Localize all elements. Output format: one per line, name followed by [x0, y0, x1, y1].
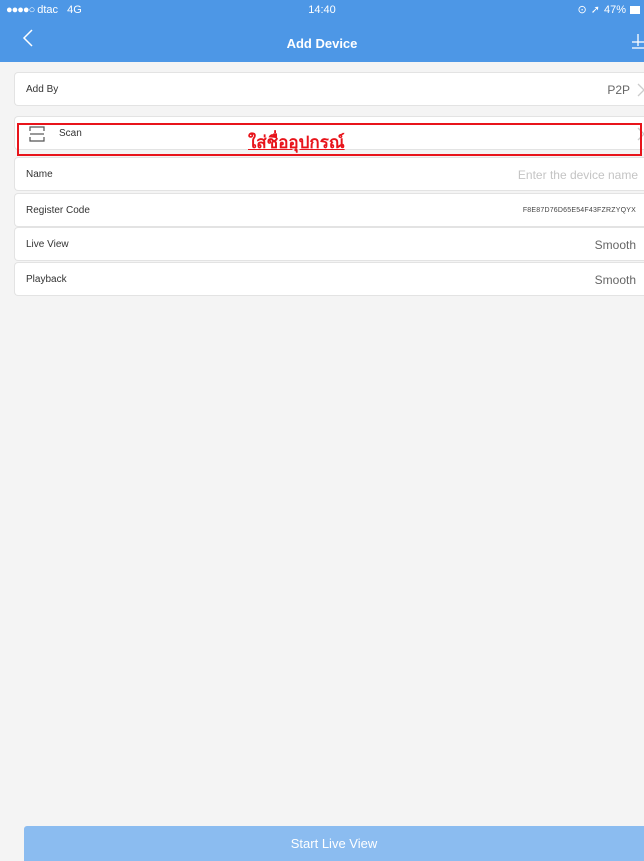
battery-percent: 47% — [603, 4, 626, 16]
name-label: Name — [26, 169, 53, 180]
arrow-icon: ➚ — [590, 4, 600, 16]
status-time: 14:40 — [308, 4, 336, 16]
top-bar: ●●●●○ dtac 4G 14:40 ⊙ ➚ 47% Add Device — [0, 0, 644, 62]
battery-icon — [630, 6, 640, 14]
register-code-row: Register Code F8E87D76D65E54F43FZRZYQYX — [14, 193, 644, 227]
status-right: ⊙ ➚ 47% — [574, 0, 640, 20]
page-title: Add Device — [286, 36, 358, 51]
device-name-input[interactable] — [418, 164, 638, 186]
add-by-row[interactable]: Add By P2P — [14, 72, 644, 106]
live-view-label: Live View — [26, 239, 69, 250]
add-by-value: P2P — [607, 83, 630, 97]
live-view-row[interactable]: Live View Smooth — [14, 227, 644, 261]
name-row: Name — [14, 157, 644, 191]
navigation-bar: Add Device — [0, 24, 644, 62]
live-view-value: Smooth — [594, 238, 636, 252]
annotation-label: ใส่ชื่ออุปกรณ์ — [248, 133, 345, 153]
start-live-view-button[interactable]: Start Live View — [24, 826, 644, 861]
device-list-button[interactable] — [630, 32, 644, 54]
location-icon: ⊙ — [577, 4, 587, 16]
status-bar: ●●●●○ dtac 4G 14:40 ⊙ ➚ 47% — [0, 0, 644, 20]
add-by-label: Add By — [26, 84, 59, 95]
playback-value: Smooth — [594, 273, 636, 287]
playback-label: Playback — [26, 274, 67, 285]
device-list-icon — [632, 34, 644, 49]
playback-row[interactable]: Playback Smooth — [14, 262, 644, 296]
register-code-label: Register Code — [26, 205, 90, 216]
register-code-value: F8E87D76D65E54F43FZRZYQYX — [522, 207, 636, 214]
chevron-right-icon — [637, 83, 644, 97]
